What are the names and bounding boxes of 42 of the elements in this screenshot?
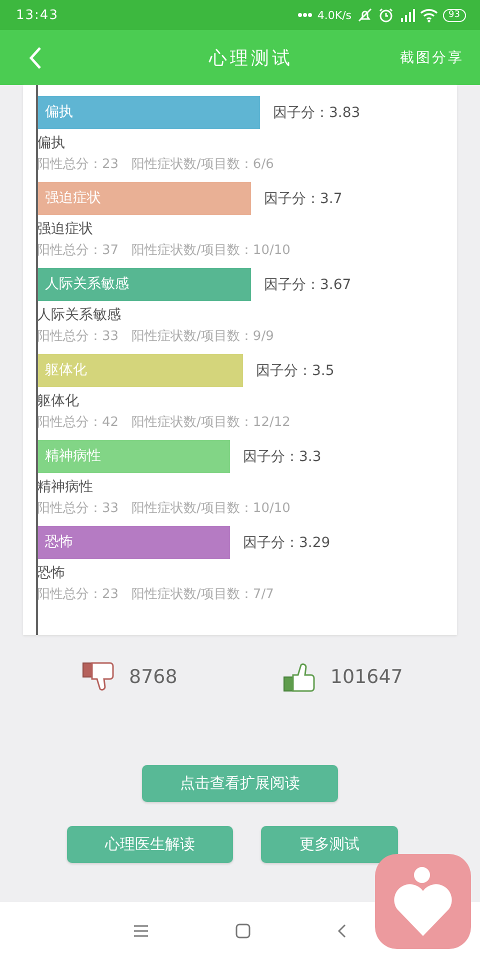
factor-name: 恐怖 bbox=[37, 564, 66, 582]
screenshot-share-link[interactable]: 截图分享 bbox=[400, 48, 464, 66]
page-title: 心理测试 bbox=[209, 46, 293, 70]
home-icon[interactable] bbox=[235, 923, 251, 939]
factor-bar: 偏执 bbox=[38, 96, 260, 129]
factor-bar: 强迫症状 bbox=[38, 182, 251, 215]
factor-score: 因子分：3.7 bbox=[264, 190, 342, 208]
factor-score: 因子分：3.3 bbox=[243, 448, 322, 466]
factor-stats: 阳性总分：23 阳性症状数/项目数：7/7 bbox=[37, 586, 275, 603]
factor-stats: 阳性总分：42 阳性症状数/项目数：12/12 bbox=[37, 414, 292, 431]
like-count: 101647 bbox=[330, 666, 403, 688]
factor-bar: 躯体化 bbox=[38, 354, 243, 387]
factor-name: 强迫症状 bbox=[37, 220, 94, 238]
menu-icon[interactable] bbox=[133, 924, 149, 938]
factor-bar: 人际关系敏感 bbox=[38, 268, 251, 301]
factor-name: 人际关系敏感 bbox=[37, 306, 122, 324]
extended-reading-button[interactable]: 点击查看扩展阅读 bbox=[142, 765, 338, 802]
alarm-icon bbox=[378, 7, 394, 23]
factor-stats: 阳性总分：33 阳性症状数/项目数：9/9 bbox=[37, 328, 275, 345]
dislike-count: 8768 bbox=[129, 666, 178, 688]
factor-name: 精神病性 bbox=[37, 478, 94, 496]
more-tests-button[interactable]: 更多测试 bbox=[261, 826, 398, 863]
factor-stats: 阳性总分：37 阳性症状数/项目数：10/10 bbox=[37, 242, 292, 259]
factor-bar: 恐怖 bbox=[38, 526, 230, 559]
network-speed: 4.0K/s bbox=[317, 8, 352, 22]
bell-off-icon bbox=[356, 7, 373, 23]
doctor-interpretation-button[interactable]: 心理医生解读 bbox=[67, 826, 233, 863]
factor-score: 因子分：3.5 bbox=[256, 362, 334, 380]
factor-name: 偏执 bbox=[37, 134, 66, 152]
factor-stats: 阳性总分：23 阳性症状数/项目数：6/6 bbox=[37, 156, 275, 173]
signal-icon bbox=[398, 7, 415, 23]
factor-score: 因子分：3.83 bbox=[273, 104, 360, 122]
clock-time: 13:43 bbox=[16, 8, 58, 22]
battery-level: 93 bbox=[442, 8, 466, 22]
factor-name: 躯体化 bbox=[37, 392, 80, 410]
factor-stats: 阳性总分：33 阳性症状数/项目数：10/10 bbox=[37, 500, 292, 517]
dots-icon bbox=[298, 12, 312, 18]
factor-score: 因子分：3.67 bbox=[264, 276, 352, 294]
wifi-icon bbox=[420, 7, 438, 23]
factor-score: 因子分：3.29 bbox=[243, 534, 330, 552]
factor-bar: 精神病性 bbox=[38, 440, 230, 473]
back-nav-icon[interactable] bbox=[337, 923, 347, 939]
